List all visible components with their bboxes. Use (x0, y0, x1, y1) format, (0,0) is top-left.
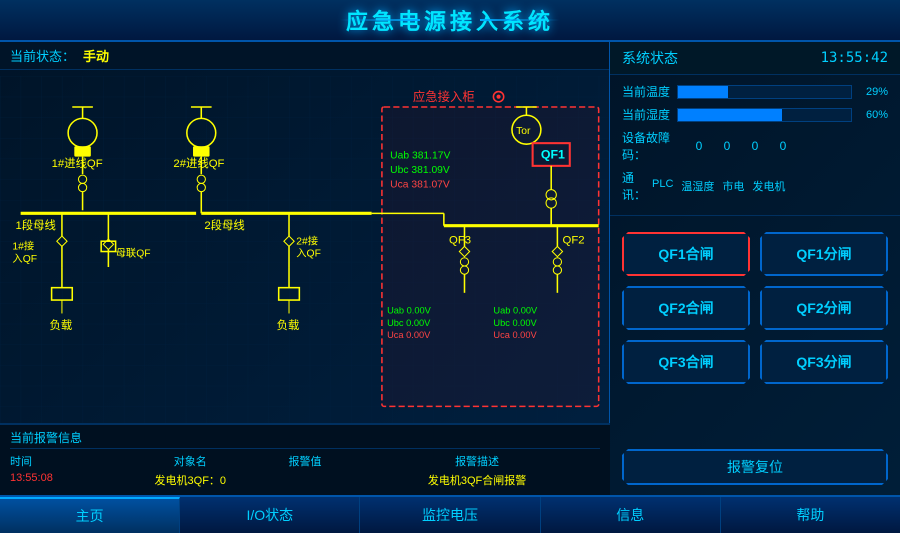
svg-text:负载: 负载 (50, 318, 73, 332)
svg-text:1#接: 1#接 (12, 239, 34, 252)
comm-humidity: 温湿度 (681, 178, 714, 194)
fault-val-0: 0 (692, 139, 706, 153)
right-panel: 系统状态 13:55:42 当前温度 29% 当前湿度 60% (610, 42, 900, 495)
alarm-panel: 当前报警信息 时间 对象名 报警值 报警描述 13:55:08 发电机3QF：0… (0, 423, 610, 495)
svg-text:Ubc 0.00V: Ubc 0.00V (387, 318, 431, 328)
temp-label: 当前温度 (622, 83, 677, 100)
comm-label: 通 讯： (622, 169, 652, 203)
temp-value: 29% (858, 86, 888, 98)
header: 应急电源接入系统 (0, 0, 900, 42)
qf1-close-button[interactable]: QF1合闸 (622, 232, 750, 276)
svg-text:母联QF: 母联QF (116, 248, 151, 260)
qf3-open-button[interactable]: QF3分闸 (760, 340, 888, 384)
alarm-header: 当前报警信息 (10, 429, 600, 449)
svg-text:Tor: Tor (516, 126, 531, 137)
nav-info-button[interactable]: 信息 (541, 497, 721, 533)
svg-text:负载: 负载 (277, 318, 300, 332)
alarm-columns: 时间 对象名 报警值 报警描述 (10, 453, 600, 469)
svg-text:Ubc 381.09V: Ubc 381.09V (390, 165, 450, 176)
alarm-col-desc: 报警描述 (354, 453, 600, 469)
comm-grid: 市电 (722, 178, 744, 194)
nav-help-button[interactable]: 帮助 (721, 497, 900, 533)
svg-text:1#进线QF: 1#进线QF (52, 156, 103, 170)
svg-text:Uab 0.00V: Uab 0.00V (493, 305, 538, 315)
svg-text:2#接: 2#接 (296, 234, 318, 247)
humidity-bar (677, 108, 852, 122)
svg-text:Uca 0.00V: Uca 0.00V (493, 330, 537, 340)
status-bar: 当前状态： 手动 (0, 42, 609, 70)
svg-text:入QF: 入QF (296, 248, 321, 260)
nav-home-button[interactable]: 主页 (0, 497, 180, 533)
comm-plc: PLC (652, 178, 673, 194)
svg-text:Uca 0.00V: Uca 0.00V (387, 330, 431, 340)
svg-text:2#进线QF: 2#进线QF (173, 156, 224, 170)
qf2-open-button[interactable]: QF2分闸 (760, 286, 888, 330)
alarm-row-0: 13:55:08 发电机3QF：0 发电机3QF合闸报警 (10, 472, 600, 488)
svg-text:入QF: 入QF (12, 253, 37, 265)
qf1-open-button[interactable]: QF1分闸 (760, 232, 888, 276)
alarm-col-value: 报警值 (256, 453, 354, 469)
svg-text:QF1: QF1 (541, 148, 565, 162)
sys-time: 13:55:42 (821, 50, 888, 66)
svg-text:Uca 381.07V: Uca 381.07V (390, 180, 450, 191)
status-value: 手动 (83, 46, 109, 65)
fault-val-1: 0 (720, 139, 734, 153)
fault-val-2: 0 (748, 139, 762, 153)
fault-val-3: 0 (776, 139, 790, 153)
svg-text:1段母线: 1段母线 (15, 218, 55, 232)
svg-text:Uab 0.00V: Uab 0.00V (387, 305, 432, 315)
alarm-reset-button[interactable]: 报警复位 (622, 449, 888, 485)
alarm-value-0 (256, 472, 354, 488)
alarm-object-0: 发电机3QF：0 (125, 472, 256, 488)
nav-io-button[interactable]: I/O状态 (180, 497, 360, 533)
temp-bar (677, 85, 852, 99)
status-label: 当前状态： (10, 46, 75, 65)
temp-bar-fill (678, 86, 728, 98)
comm-items: PLC 温湿度 市电 发电机 (652, 178, 785, 194)
header-decor-left (340, 19, 420, 21)
temp-row: 当前温度 29% (622, 83, 888, 100)
fault-values: 0 0 0 0 (692, 139, 790, 153)
humidity-label: 当前湿度 (622, 106, 677, 123)
alarm-col-time: 时间 (10, 453, 125, 469)
humidity-bar-fill (678, 109, 782, 121)
svg-text:QF2: QF2 (563, 234, 585, 246)
sys-status-title: 系统状态 (622, 48, 678, 68)
header-decor-right (480, 19, 560, 21)
svg-text:应急接入柜: 应急接入柜 (413, 89, 475, 104)
fault-label: 设备故障码： (622, 129, 692, 163)
comm-generator: 发电机 (752, 178, 785, 194)
alarm-col-object: 对象名 (125, 453, 256, 469)
qf3-close-button[interactable]: QF3合闸 (622, 340, 750, 384)
control-area: QF1合闸 QF1分闸 QF2合闸 QF2分闸 QF3合闸 QF3分闸 (610, 216, 900, 445)
qf2-close-button[interactable]: QF2合闸 (622, 286, 750, 330)
bottom-nav: 主页 I/O状态 监控电压 信息 帮助 (0, 495, 900, 533)
svg-text:Uab 381.17V: Uab 381.17V (390, 151, 450, 162)
humidity-value: 60% (858, 109, 888, 121)
svg-text:2段母线: 2段母线 (204, 218, 244, 232)
alarm-time-0: 13:55:08 (10, 472, 125, 488)
alarm-desc-0: 发电机3QF合闸报警 (354, 472, 600, 488)
humidity-row: 当前湿度 60% (622, 106, 888, 123)
alarm-reset-area: 报警复位 (610, 445, 900, 495)
svg-text:Ubc 0.00V: Ubc 0.00V (493, 318, 537, 328)
sys-status-header: 系统状态 13:55:42 (610, 42, 900, 75)
svg-text:QF3: QF3 (449, 234, 471, 246)
fault-row: 设备故障码： 0 0 0 0 (622, 129, 888, 163)
sys-info-area: 当前温度 29% 当前湿度 60% 设备故障码： 0 0 (610, 75, 900, 216)
nav-voltage-button[interactable]: 监控电压 (360, 497, 540, 533)
comm-row: 通 讯： PLC 温湿度 市电 发电机 (622, 169, 888, 203)
